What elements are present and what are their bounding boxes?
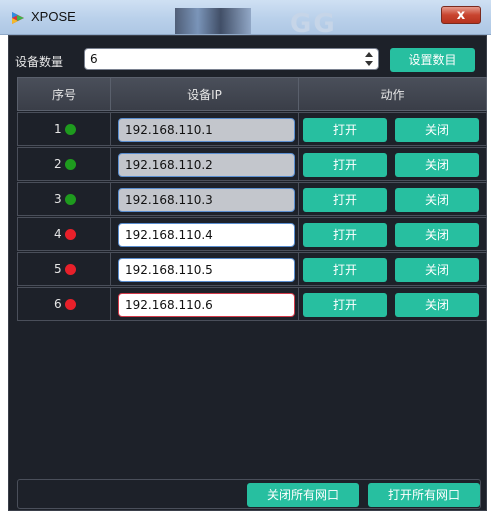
header-index: 序号 (17, 77, 111, 111)
table-row: 2 192.168.110.2 打开 关闭 (17, 147, 487, 181)
close-port-button[interactable]: 关闭 (395, 293, 479, 317)
device-count-value: 6 (90, 52, 98, 66)
set-count-button[interactable]: 设置数目 (390, 48, 475, 72)
device-ip-input[interactable]: 192.168.110.3 (118, 188, 295, 212)
table-row: 5 192.168.110.5 打开 关闭 (17, 252, 487, 286)
ip-cell: 192.168.110.4 (110, 217, 299, 251)
device-ip-input[interactable]: 192.168.110.5 (118, 258, 295, 282)
device-table: 序号 设备IP 动作 1 192.168.110.1 打开 关闭 2 192.1… (17, 77, 487, 321)
index-cell: 1 (17, 112, 111, 146)
device-ip-input[interactable]: 192.168.110.2 (118, 153, 295, 177)
open-port-button[interactable]: 打开 (303, 188, 387, 212)
status-dot-icon (65, 194, 76, 205)
header-action: 动作 (298, 77, 487, 111)
close-all-ports-button[interactable]: 关闭所有网口 (247, 483, 359, 507)
row-index: 1 (54, 122, 62, 136)
ip-cell: 192.168.110.6 (110, 287, 299, 321)
background-watermark: GG (290, 9, 337, 39)
row-index: 6 (54, 297, 62, 311)
ip-cell: 192.168.110.2 (110, 147, 299, 181)
table-row: 4 192.168.110.4 打开 关闭 (17, 217, 487, 251)
index-cell: 4 (17, 217, 111, 251)
background-thumbnail (175, 8, 251, 34)
table-row: 1 192.168.110.1 打开 关闭 (17, 112, 487, 146)
action-cell: 打开 关闭 (298, 252, 487, 286)
open-port-button[interactable]: 打开 (303, 293, 387, 317)
spin-up-icon[interactable] (365, 52, 373, 57)
open-port-button[interactable]: 打开 (303, 118, 387, 142)
device-count-row: 设备数量 6 设置数目 (9, 44, 486, 74)
close-port-button[interactable]: 关闭 (395, 188, 479, 212)
device-count-label: 设备数量 (15, 55, 64, 69)
status-dot-icon (65, 124, 76, 135)
table-row: 6 192.168.110.6 打开 关闭 (17, 287, 487, 321)
table-row: 3 192.168.110.3 打开 关闭 (17, 182, 487, 216)
status-dot-icon (65, 264, 76, 275)
status-dot-icon (65, 299, 76, 310)
device-ip-input[interactable]: 192.168.110.6 (118, 293, 295, 317)
open-port-button[interactable]: 打开 (303, 223, 387, 247)
device-ip-input[interactable]: 192.168.110.4 (118, 223, 295, 247)
row-index: 2 (54, 157, 62, 171)
main-panel: 设备数量 6 设置数目 序号 设备IP 动作 1 192.168.110.1 打… (8, 35, 487, 511)
action-cell: 打开 关闭 (298, 147, 487, 181)
ip-cell: 192.168.110.1 (110, 112, 299, 146)
app-logo-icon (12, 12, 24, 24)
table-header: 序号 设备IP 动作 (17, 77, 487, 111)
status-dot-icon (65, 229, 76, 240)
index-cell: 2 (17, 147, 111, 181)
header-device-ip: 设备IP (110, 77, 299, 111)
row-index: 3 (54, 192, 62, 206)
ip-cell: 192.168.110.3 (110, 182, 299, 216)
row-index: 5 (54, 262, 62, 276)
close-window-button[interactable]: x (441, 6, 481, 24)
action-cell: 打开 关闭 (298, 182, 487, 216)
close-port-button[interactable]: 关闭 (395, 118, 479, 142)
ip-cell: 192.168.110.5 (110, 252, 299, 286)
spin-down-icon[interactable] (365, 61, 373, 66)
app-window: GG XPOSE x 设备数量 6 设置数目 序号 设备IP 动作 1 192.… (0, 0, 491, 515)
action-cell: 打开 关闭 (298, 217, 487, 251)
row-index: 4 (54, 227, 62, 241)
index-cell: 5 (17, 252, 111, 286)
close-port-button[interactable]: 关闭 (395, 153, 479, 177)
footer-bar: 关闭所有网口 打开所有网口 (17, 479, 481, 509)
open-all-ports-button[interactable]: 打开所有网口 (368, 483, 480, 507)
device-count-spinbox[interactable]: 6 (84, 48, 379, 70)
action-cell: 打开 关闭 (298, 112, 487, 146)
close-port-button[interactable]: 关闭 (395, 258, 479, 282)
spin-buttons[interactable] (362, 50, 376, 68)
title-bar[interactable]: GG XPOSE x (0, 0, 491, 39)
device-ip-input[interactable]: 192.168.110.1 (118, 118, 295, 142)
open-port-button[interactable]: 打开 (303, 153, 387, 177)
action-cell: 打开 关闭 (298, 287, 487, 321)
index-cell: 3 (17, 182, 111, 216)
open-port-button[interactable]: 打开 (303, 258, 387, 282)
index-cell: 6 (17, 287, 111, 321)
status-dot-icon (65, 159, 76, 170)
close-port-button[interactable]: 关闭 (395, 223, 479, 247)
window-title: XPOSE (31, 9, 76, 24)
